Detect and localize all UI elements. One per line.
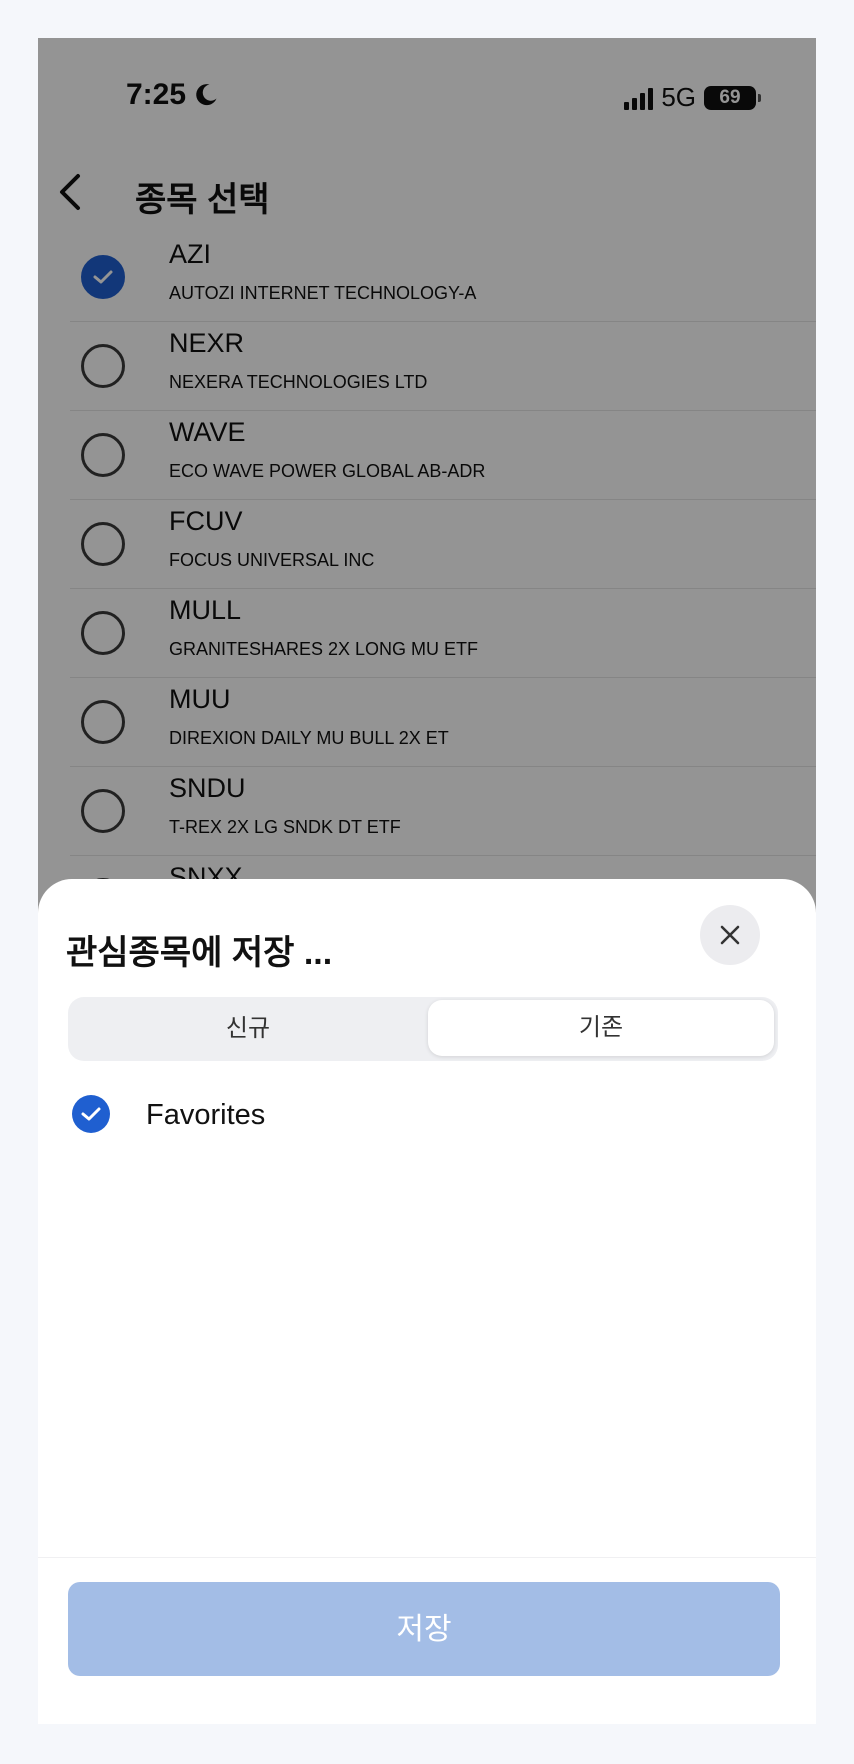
watchlist-label: Favorites [146,1099,266,1131]
sheet-title: 관심종목에 저장 ... [66,934,333,972]
close-icon [720,925,740,945]
check-icon [81,1107,101,1121]
phone-screen: 7:25 5G 69 종목 선택 AZI AUTOZI INTERNET TECH… [38,38,816,1724]
close-button[interactable] [700,905,760,965]
save-to-watchlist-sheet: 관심종목에 저장 ... 신규 기존 Favorites 저장 [38,879,816,1724]
tab-new[interactable]: 신규 [68,997,428,1061]
tab-existing[interactable]: 기존 [428,1000,774,1056]
checkbox-checked[interactable] [72,1095,110,1133]
save-button[interactable]: 저장 [68,1582,780,1676]
watchlist-item-favorites[interactable]: Favorites [68,1089,768,1139]
divider [38,1557,816,1558]
segmented-control: 신규 기존 [68,997,778,1061]
